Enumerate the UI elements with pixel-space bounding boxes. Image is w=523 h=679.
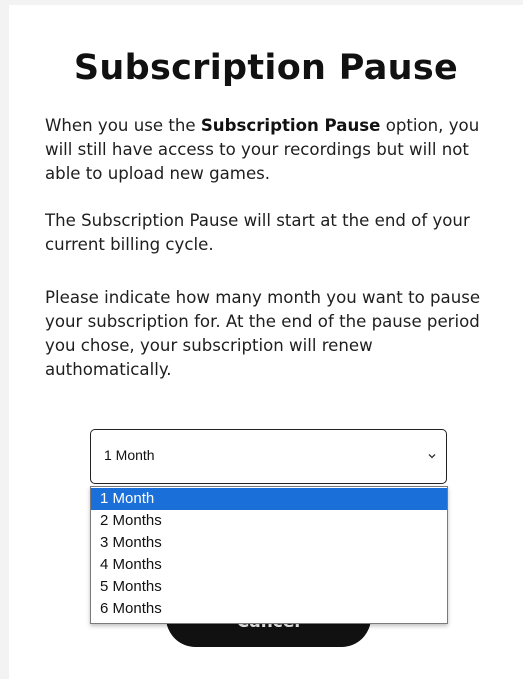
billing-cycle-paragraph: The Subscription Pause will start at the… (45, 211, 470, 254)
option-3-months[interactable]: 3 Months (91, 532, 447, 554)
option-4-months[interactable]: 4 Months (91, 554, 447, 576)
subscription-pause-emphasis: Subscription Pause (200, 116, 381, 135)
pause-duration-select[interactable]: 1 Month (90, 429, 447, 484)
select-value: 1 Month (104, 447, 155, 463)
modal-title: Subscription Pause (73, 48, 459, 88)
access-info-paragraph: When you use the Subscription Pause opti… (45, 114, 493, 186)
option-2-months[interactable]: 2 Months (91, 510, 447, 532)
option-5-months[interactable]: 5 Months (91, 576, 447, 598)
access-info-text-start: When you use the (45, 116, 201, 135)
option-6-months[interactable]: 6 Months (91, 598, 447, 620)
option-1-month[interactable]: 1 Month (91, 488, 447, 510)
pause-duration-options: 1 Month 2 Months 3 Months 4 Months 5 Mon… (90, 486, 448, 624)
chevron-down-icon (428, 454, 436, 459)
pause-duration-paragraph: Please indicate how many month you want … (45, 288, 481, 379)
subscription-pause-modal: Subscription Pause When you use the Subs… (9, 5, 523, 679)
